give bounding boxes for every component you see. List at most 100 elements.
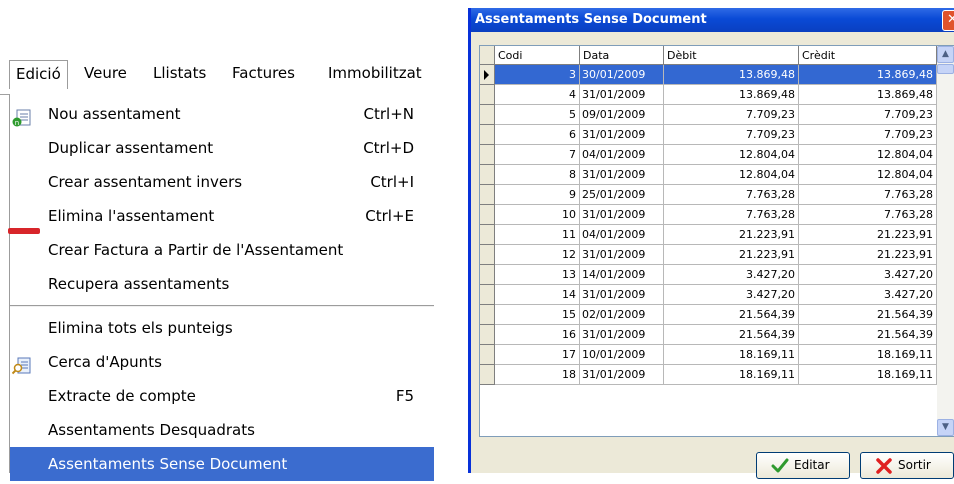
cell-debit[interactable]: 13.869,48 xyxy=(664,85,799,105)
scroll-down-icon[interactable]: ▼ xyxy=(937,419,954,436)
exit-button[interactable]: Sortir xyxy=(860,452,954,479)
menu-edicio[interactable]: Edició xyxy=(9,60,68,89)
cell-data[interactable]: 04/01/2009 xyxy=(580,145,664,165)
cell-codi[interactable]: 18 xyxy=(495,365,580,385)
cell-credit[interactable]: 21.223,91 xyxy=(799,225,937,245)
row-indicator[interactable] xyxy=(480,125,495,145)
cell-codi[interactable]: 5 xyxy=(495,105,580,125)
cell-credit[interactable]: 3.427,20 xyxy=(799,265,937,285)
cell-credit[interactable]: 21.564,39 xyxy=(799,325,937,345)
cell-codi[interactable]: 8 xyxy=(495,165,580,185)
cell-data[interactable]: 31/01/2009 xyxy=(580,165,664,185)
cell-codi[interactable]: 17 xyxy=(495,345,580,365)
cell-debit[interactable]: 18.169,11 xyxy=(664,365,799,385)
row-indicator[interactable] xyxy=(480,265,495,285)
column-header-codi[interactable]: Codi xyxy=(495,46,580,65)
scroll-thumb[interactable] xyxy=(937,64,954,74)
cell-credit[interactable]: 12.804,04 xyxy=(799,145,937,165)
cell-data[interactable]: 31/01/2009 xyxy=(580,85,664,105)
menu-immobilitzat[interactable]: Immobilitzat xyxy=(328,63,422,83)
row-indicator[interactable] xyxy=(480,205,495,225)
cell-debit[interactable]: 12.804,04 xyxy=(664,145,799,165)
cell-data[interactable]: 31/01/2009 xyxy=(580,325,664,345)
cell-debit[interactable]: 7.763,28 xyxy=(664,185,799,205)
menu-item-crear-assentament-invers[interactable]: Crear assentament invers Ctrl+I xyxy=(10,165,434,199)
cell-debit[interactable]: 12.804,04 xyxy=(664,165,799,185)
cell-debit[interactable]: 18.169,11 xyxy=(664,345,799,365)
cell-debit[interactable]: 21.564,39 xyxy=(664,325,799,345)
cell-codi[interactable]: 13 xyxy=(495,265,580,285)
cell-data[interactable]: 31/01/2009 xyxy=(580,365,664,385)
cell-credit[interactable]: 7.709,23 xyxy=(799,105,937,125)
row-indicator[interactable] xyxy=(480,185,495,205)
menu-item-elimina-punteigs[interactable]: Elimina tots els punteigs xyxy=(10,311,434,345)
menu-item-assentaments-sense-document[interactable]: Assentaments Sense Document xyxy=(10,447,434,481)
row-indicator[interactable] xyxy=(480,225,495,245)
cell-codi[interactable]: 6 xyxy=(495,125,580,145)
menu-item-nou-assentament[interactable]: n Nou assentament Ctrl+N xyxy=(10,97,434,131)
cell-debit[interactable]: 7.709,23 xyxy=(664,105,799,125)
cell-credit[interactable]: 12.804,04 xyxy=(799,165,937,185)
cell-data[interactable]: 31/01/2009 xyxy=(580,205,664,225)
cell-credit[interactable]: 13.869,48 xyxy=(799,65,937,85)
cell-credit[interactable]: 3.427,20 xyxy=(799,285,937,305)
row-indicator[interactable] xyxy=(480,325,495,345)
cell-data[interactable]: 09/01/2009 xyxy=(580,105,664,125)
column-header-credit[interactable]: Crèdit xyxy=(799,46,937,65)
cell-data[interactable]: 02/01/2009 xyxy=(580,305,664,325)
cell-credit[interactable]: 18.169,11 xyxy=(799,365,937,385)
cell-credit[interactable]: 21.223,91 xyxy=(799,245,937,265)
row-indicator[interactable] xyxy=(480,345,495,365)
cell-data[interactable]: 31/01/2009 xyxy=(580,125,664,145)
cell-data[interactable]: 25/01/2009 xyxy=(580,185,664,205)
scroll-up-icon[interactable]: ▲ xyxy=(937,46,954,63)
menu-item-elimina-assentament[interactable]: Elimina l'assentament Ctrl+E xyxy=(8,199,434,234)
cell-credit[interactable]: 18.169,11 xyxy=(799,345,937,365)
edit-button[interactable]: Editar xyxy=(756,452,850,479)
cell-codi[interactable]: 9 xyxy=(495,185,580,205)
row-indicator[interactable] xyxy=(480,305,495,325)
menu-item-recupera-assentaments[interactable]: Recupera assentaments xyxy=(10,267,434,301)
cell-debit[interactable]: 21.223,91 xyxy=(664,245,799,265)
cell-codi[interactable]: 12 xyxy=(495,245,580,265)
close-icon[interactable]: ✕ xyxy=(942,10,954,31)
menu-item-duplicar-assentament[interactable]: Duplicar assentament Ctrl+D xyxy=(10,131,434,165)
cell-data[interactable]: 31/01/2009 xyxy=(580,285,664,305)
cell-data[interactable]: 31/01/2009 xyxy=(580,245,664,265)
menu-veure[interactable]: Veure xyxy=(84,63,127,83)
cell-debit[interactable]: 7.709,23 xyxy=(664,125,799,145)
cell-credit[interactable]: 7.709,23 xyxy=(799,125,937,145)
cell-debit[interactable]: 3.427,20 xyxy=(664,265,799,285)
cell-codi[interactable]: 3 xyxy=(495,65,580,85)
menu-factures[interactable]: Factures xyxy=(232,63,295,83)
menu-item-assentaments-desquadrats[interactable]: Assentaments Desquadrats xyxy=(10,413,434,447)
cell-codi[interactable]: 7 xyxy=(495,145,580,165)
vertical-scrollbar[interactable]: ▲ ▼ xyxy=(937,46,954,436)
column-header-debit[interactable]: Dèbit xyxy=(664,46,799,65)
cell-codi[interactable]: 15 xyxy=(495,305,580,325)
row-indicator[interactable] xyxy=(480,365,495,385)
cell-data[interactable]: 04/01/2009 xyxy=(580,225,664,245)
cell-codi[interactable]: 4 xyxy=(495,85,580,105)
row-indicator[interactable] xyxy=(480,105,495,125)
menu-item-crear-factura[interactable]: Crear Factura a Partir de l'Assentament xyxy=(10,233,434,267)
cell-credit[interactable]: 7.763,28 xyxy=(799,205,937,225)
cell-codi[interactable]: 10 xyxy=(495,205,580,225)
row-indicator[interactable] xyxy=(480,85,495,105)
cell-data[interactable]: 30/01/2009 xyxy=(580,65,664,85)
row-indicator[interactable] xyxy=(480,285,495,305)
dialog-titlebar[interactable]: Assentaments Sense Document ✕ xyxy=(471,8,954,32)
cell-credit[interactable]: 7.763,28 xyxy=(799,185,937,205)
cell-codi[interactable]: 11 xyxy=(495,225,580,245)
cell-credit[interactable]: 13.869,48 xyxy=(799,85,937,105)
cell-debit[interactable]: 7.763,28 xyxy=(664,205,799,225)
menu-llistats[interactable]: Llistats xyxy=(153,63,206,83)
row-indicator[interactable] xyxy=(480,65,495,85)
cell-debit[interactable]: 21.564,39 xyxy=(664,305,799,325)
row-indicator[interactable] xyxy=(480,165,495,185)
cell-data[interactable]: 14/01/2009 xyxy=(580,265,664,285)
cell-data[interactable]: 10/01/2009 xyxy=(580,345,664,365)
row-indicator[interactable] xyxy=(480,245,495,265)
cell-codi[interactable]: 14 xyxy=(495,285,580,305)
menu-item-cerca-apunts[interactable]: Cerca d'Apunts xyxy=(10,345,434,379)
